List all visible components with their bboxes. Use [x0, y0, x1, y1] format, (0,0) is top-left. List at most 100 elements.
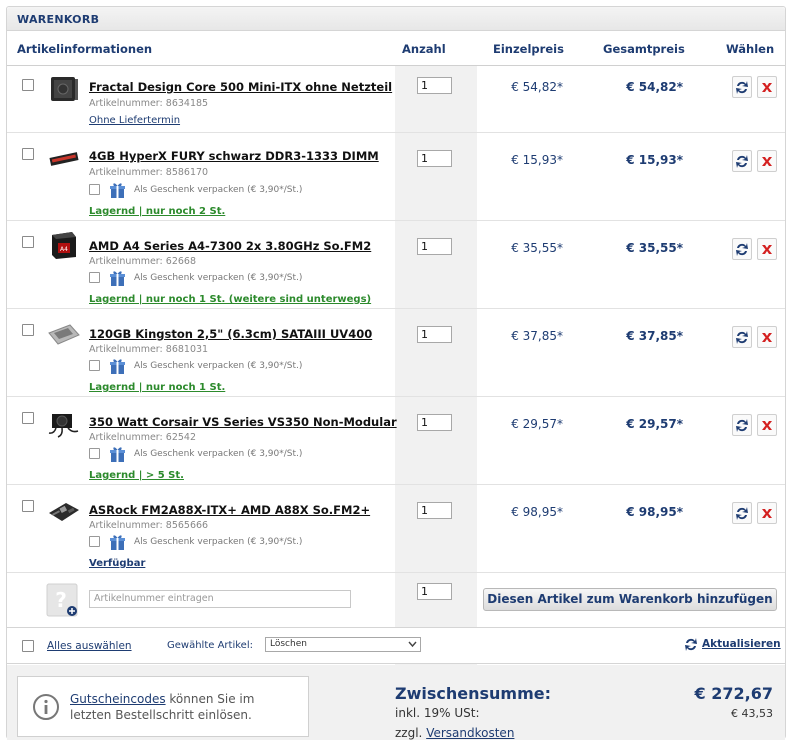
- article-number: Artikelnummer: 8634185: [89, 98, 209, 109]
- delete-item-button[interactable]: [757, 502, 777, 524]
- unit-price: € 35,55*: [511, 241, 563, 255]
- cpu-box-icon: A4: [46, 229, 82, 261]
- delete-item-button[interactable]: [757, 76, 777, 98]
- add-quantity-input[interactable]: 1: [417, 583, 452, 600]
- delete-x-icon: [762, 83, 772, 92]
- shipping-costs-link[interactable]: Versandkosten: [426, 726, 514, 740]
- item-select-checkbox[interactable]: [22, 324, 34, 336]
- delete-x-icon: [762, 333, 772, 342]
- gift-wrap-checkbox[interactable]: [89, 360, 100, 371]
- quantity-input[interactable]: 1: [417, 502, 452, 519]
- availability-link[interactable]: Ohne Liefertermin: [89, 115, 180, 126]
- swap-item-button[interactable]: [732, 502, 752, 524]
- delete-x-icon: [762, 509, 772, 518]
- quantity-input[interactable]: 1: [417, 414, 452, 431]
- svg-text:A4: A4: [60, 246, 68, 253]
- swap-icon: [736, 155, 748, 168]
- swap-item-button[interactable]: [732, 238, 752, 260]
- availability-link[interactable]: Verfügbar: [89, 558, 145, 569]
- product-name-link[interactable]: AMD A4 Series A4-7300 2x 3.80GHz So.FM2: [89, 239, 371, 253]
- total-price: € 98,95*: [626, 505, 683, 519]
- tax-value: € 43,53: [731, 707, 773, 720]
- svg-text:?: ?: [55, 588, 67, 612]
- col-header-info: Artikelinformationen: [17, 42, 153, 56]
- product-name-link[interactable]: 350 Watt Corsair VS Series VS350 Non-Mod…: [89, 415, 397, 429]
- quantity-input[interactable]: 1: [417, 238, 452, 255]
- swap-icon: [736, 419, 748, 432]
- product-name-link[interactable]: 120GB Kingston 2,5" (6.3cm) SATAIII UV40…: [89, 327, 372, 341]
- swap-item-button[interactable]: [732, 326, 752, 348]
- gift-wrap-checkbox[interactable]: [89, 448, 100, 459]
- cart-item-row: Fractal Design Core 500 Mini-ITX ohne Ne…: [7, 65, 785, 132]
- item-select-checkbox[interactable]: [22, 79, 34, 91]
- cart-item-row: ASRock FM2A88X-ITX+ AMD A88X So.FM2+ Art…: [7, 485, 785, 572]
- unit-price: € 37,85*: [511, 329, 563, 343]
- swap-icon: [736, 243, 748, 256]
- cart-title: WARENKORB: [17, 13, 100, 26]
- selected-items-label: Gewählte Artikel:: [167, 640, 253, 651]
- swap-item-button[interactable]: [732, 414, 752, 436]
- item-select-checkbox[interactable]: [22, 148, 34, 160]
- col-header-choose: Wählen: [726, 42, 775, 56]
- quantity-input[interactable]: 1: [417, 150, 452, 167]
- select-all-checkbox[interactable]: [22, 640, 34, 652]
- voucher-info-box: Gutscheincodes können Sie im letzten Bes…: [17, 676, 309, 737]
- product-name-link[interactable]: 4GB HyperX FURY schwarz DDR3-1333 DIMM: [89, 149, 379, 163]
- select-all-link[interactable]: Alles auswählen: [47, 640, 132, 652]
- item-select-checkbox[interactable]: [22, 236, 34, 248]
- item-select-checkbox[interactable]: [22, 500, 34, 512]
- gift-icon: [109, 358, 126, 375]
- delete-item-button[interactable]: [757, 150, 777, 172]
- voucher-text-line2: letzten Bestellschritt einlösen.: [70, 708, 252, 722]
- cart-item-row: 4GB HyperX FURY schwarz DDR3-1333 DIMM A…: [7, 133, 785, 220]
- cart-item-row: 350 Watt Corsair VS Series VS350 Non-Mod…: [7, 397, 785, 484]
- availability-link[interactable]: Lagernd | nur noch 1 St. (weitere sind u…: [89, 294, 371, 305]
- delete-item-button[interactable]: [757, 414, 777, 436]
- delete-item-button[interactable]: [757, 326, 777, 348]
- quantity-input[interactable]: 1: [417, 77, 452, 94]
- article-number: Artikelnummer: 62668: [89, 256, 196, 267]
- chevron-down-icon: [408, 641, 417, 648]
- unit-price: € 54,82*: [511, 80, 563, 94]
- refresh-link[interactable]: Aktualisieren: [702, 638, 781, 650]
- article-number: Artikelnummer: 8565666: [89, 520, 209, 531]
- gift-wrap-label: Als Geschenk verpacken (€ 3,90*/St.): [134, 449, 303, 459]
- product-name-link[interactable]: ASRock FM2A88X-ITX+ AMD A88X So.FM2+: [89, 503, 370, 517]
- unknown-product-add-icon: ?: [46, 583, 78, 617]
- add-to-cart-button[interactable]: Diesen Artikel zum Warenkorb hinzufügen: [483, 588, 777, 611]
- bulk-action-selected-value: Löschen: [270, 639, 307, 649]
- quantity-input[interactable]: 1: [417, 326, 452, 343]
- gift-icon: [109, 534, 126, 551]
- swap-item-button[interactable]: [732, 150, 752, 172]
- delete-x-icon: [762, 157, 772, 166]
- swap-item-button[interactable]: [732, 76, 752, 98]
- availability-link[interactable]: Lagernd | nur noch 1 St.: [89, 382, 225, 393]
- bulk-action-select[interactable]: Löschen: [265, 637, 421, 652]
- bulk-actions-bar: Alles auswählen Gewählte Artikel: Lösche…: [7, 627, 785, 664]
- article-number: Artikelnummer: 62542: [89, 432, 196, 443]
- gift-wrap-checkbox[interactable]: [89, 184, 100, 195]
- article-number-input[interactable]: Artikelnummer eintragen: [89, 590, 351, 608]
- voucher-codes-link[interactable]: Gutscheincodes: [70, 692, 166, 706]
- ssd-icon: [46, 319, 82, 351]
- gift-wrap-label: Als Geschenk verpacken (€ 3,90*/St.): [134, 185, 303, 195]
- gift-wrap-checkbox[interactable]: [89, 536, 100, 547]
- availability-link[interactable]: Lagernd | nur noch 2 St.: [89, 206, 225, 217]
- gift-icon: [109, 182, 126, 199]
- availability-link[interactable]: Lagernd | > 5 St.: [89, 470, 184, 481]
- swap-icon: [736, 507, 748, 520]
- delete-item-button[interactable]: [757, 238, 777, 260]
- cart-title-bar: WARENKORB: [7, 7, 785, 31]
- voucher-text-line1: Gutscheincodes können Sie im: [70, 692, 255, 706]
- total-price: € 29,57*: [626, 417, 683, 431]
- subtotal-label: Zwischensumme:: [395, 684, 552, 703]
- gift-wrap-label: Als Geschenk verpacken (€ 3,90*/St.): [134, 361, 303, 371]
- subtotal-value: € 272,67: [694, 684, 773, 703]
- article-number: Artikelnummer: 8681031: [89, 344, 209, 355]
- swap-icon: [736, 81, 748, 94]
- item-select-checkbox[interactable]: [22, 412, 34, 424]
- swap-icon: [736, 331, 748, 344]
- gift-wrap-checkbox[interactable]: [89, 272, 100, 283]
- unit-price: € 29,57*: [511, 417, 563, 431]
- product-name-link[interactable]: Fractal Design Core 500 Mini-ITX ohne Ne…: [89, 80, 392, 94]
